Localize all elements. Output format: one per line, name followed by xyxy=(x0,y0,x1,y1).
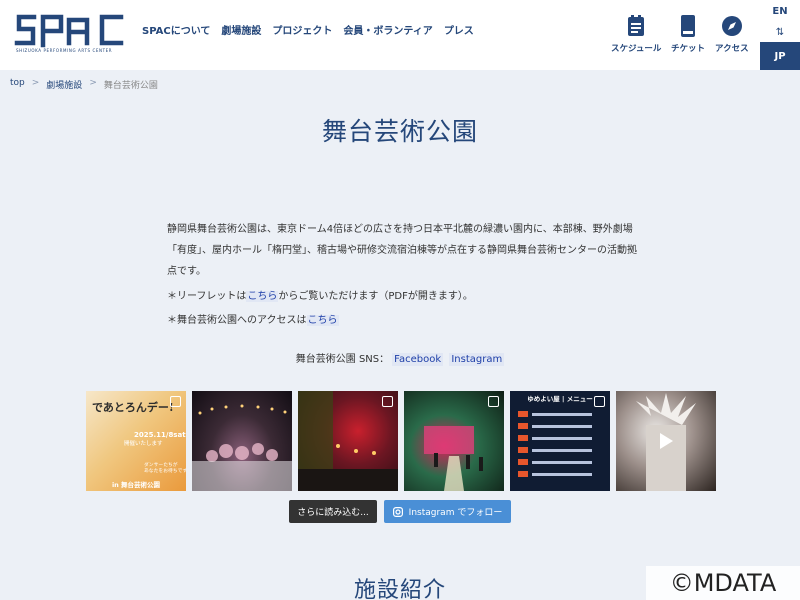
leaflet-note-tail: からご覧いただけます（PDFが開きます）。 xyxy=(278,291,473,302)
page-title: 舞台芸術公園 xyxy=(321,117,478,146)
nav-projects[interactable]: プロジェクト xyxy=(272,22,332,37)
menu-row xyxy=(518,411,602,418)
lang-switch-icon: ⇅ xyxy=(775,27,785,38)
breadcrumb-separator: > xyxy=(89,78,97,88)
breadcrumb-separator: > xyxy=(31,78,40,88)
instagram-post[interactable] xyxy=(298,391,398,491)
instagram-follow-label: Instagram でフォロー xyxy=(408,508,503,518)
access-note: ＊舞台芸術公園へのアクセスはこちら xyxy=(167,311,339,326)
nav-about[interactable]: SPACについて xyxy=(142,22,210,37)
logo-subtitle: SHIZUOKA PERFORMING ARTS CENTER xyxy=(16,48,113,53)
carousel-icon xyxy=(382,396,393,407)
access-link[interactable]: アクセス xyxy=(715,14,749,54)
nav-press[interactable]: プレス xyxy=(444,22,474,37)
access-page-link[interactable]: こちら xyxy=(306,315,339,326)
instagram-follow-button[interactable]: Instagram でフォロー xyxy=(384,500,511,523)
instagram-post[interactable] xyxy=(616,391,716,491)
ticket-label: チケット xyxy=(671,44,706,54)
leaflet-link[interactable]: こちら xyxy=(246,291,279,302)
post-footer: in 舞台芸術公園 xyxy=(111,481,161,489)
breadcrumb-facilities[interactable]: 劇場施設 xyxy=(46,78,82,91)
breadcrumb: top > 劇場施設 > 舞台芸術公園 xyxy=(10,78,158,91)
schedule-label: スケジュール xyxy=(611,44,662,54)
instagram-feed: であとろんデー! 2025.11/8sat. 開催いたします ダンサーたちが あ… xyxy=(86,391,716,491)
leaflet-note: ＊リーフレットはこちらからご覧いただけます（PDFが開きます）。 xyxy=(167,287,473,302)
instagram-icon xyxy=(392,506,403,517)
nav-membership[interactable]: 会員・ボランティア xyxy=(343,22,432,37)
instagram-post[interactable] xyxy=(404,391,504,491)
schedule-link[interactable]: スケジュール xyxy=(611,14,661,54)
language-switcher: EN ⇅ JP xyxy=(760,0,800,70)
intro-text: 静岡県舞台芸術公園は、東京ドーム4倍ほどの広さを持つ日本平北麓の緑濃い園内に、本… xyxy=(167,224,637,277)
party-lights-photo xyxy=(192,404,292,491)
post-subcaption: ダンサーたちが あなたをお待ちです xyxy=(144,463,186,474)
access-note-text: ＊舞台芸術公園へのアクセスは xyxy=(167,315,307,326)
menu-row xyxy=(518,423,602,430)
breadcrumb-current: 舞台芸術公園 xyxy=(103,81,158,91)
site-header: SHIZUOKA PERFORMING ARTS CENTER SPACについて… xyxy=(0,0,800,70)
calendar-icon xyxy=(625,14,647,38)
facebook-link[interactable]: Facebook xyxy=(392,353,444,366)
ticket-icon xyxy=(677,14,699,38)
global-nav: SPACについて 劇場施設 プロジェクト 会員・ボランティア プレス xyxy=(142,22,474,37)
breadcrumb-top[interactable]: top xyxy=(10,78,25,91)
menu-row xyxy=(518,459,602,466)
post-headline: であとろんデー! xyxy=(92,401,174,414)
instagram-post[interactable] xyxy=(192,391,292,491)
load-more-button[interactable]: さらに読み込む... xyxy=(289,500,377,523)
compass-icon xyxy=(721,14,743,38)
post-caption: 開催いたします xyxy=(124,441,163,447)
menu-row xyxy=(518,435,602,442)
instagram-post[interactable]: であとろんデー! 2025.11/8sat. 開催いたします ダンサーたちが あ… xyxy=(86,391,186,491)
menu-row xyxy=(518,447,602,454)
menu-row xyxy=(518,471,602,478)
ticket-link[interactable]: チケット xyxy=(671,14,705,54)
carousel-icon xyxy=(488,396,499,407)
watermark: ©MDATA xyxy=(646,566,800,600)
carousel-icon xyxy=(594,396,605,407)
nav-facilities[interactable]: 劇場施設 xyxy=(221,22,261,37)
lang-en[interactable]: EN xyxy=(760,6,800,17)
lang-jp[interactable]: JP xyxy=(760,42,800,70)
sns-label: 舞台芸術公園 SNS： xyxy=(295,354,390,365)
leaflet-note-text: ＊リーフレットは xyxy=(167,291,247,302)
carousel-icon xyxy=(170,396,181,407)
access-label: アクセス xyxy=(715,44,749,54)
play-icon xyxy=(660,433,673,449)
instagram-link[interactable]: Instagram xyxy=(449,353,505,366)
sns-links: 舞台芸術公園 SNS： Facebook Instagram xyxy=(0,350,800,366)
spac-logo[interactable]: SHIZUOKA PERFORMING ARTS CENTER xyxy=(14,12,126,56)
spac-logo-mark xyxy=(14,14,124,48)
post-date: 2025.11/8sat. xyxy=(134,431,186,439)
instagram-post[interactable]: ゆめよい屋 | メニュー xyxy=(510,391,610,491)
